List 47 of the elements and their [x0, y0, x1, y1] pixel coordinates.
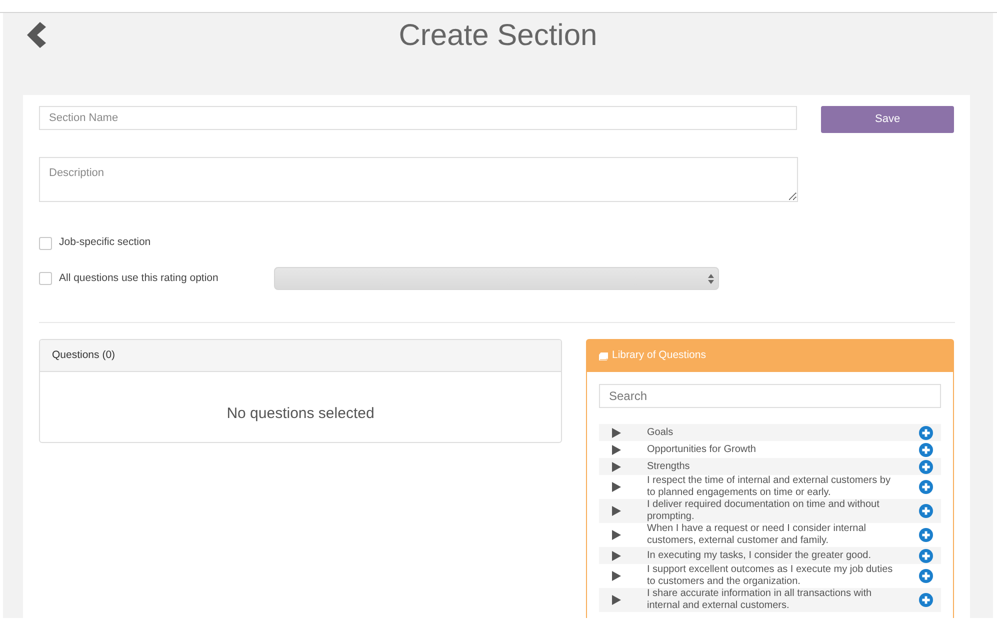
checkbox[interactable]: [39, 272, 52, 285]
expand-right-icon[interactable]: [612, 444, 621, 454]
expand-right-icon[interactable]: [612, 482, 621, 492]
question-text: Opportunities for Growth: [647, 444, 757, 456]
add-icon[interactable]: [919, 593, 933, 607]
add-icon[interactable]: [919, 548, 933, 562]
panel-title: Questions (0): [52, 348, 116, 363]
question-text: I respect the time of internal and external customers by to planned engagements on time or early.: [647, 475, 892, 499]
description-field[interactable]: Description: [39, 157, 798, 202]
question-text: When I have a request or need I consider internal customers, external customer and family.: [647, 523, 868, 547]
save-button[interactable]: Save: [821, 106, 954, 133]
book-icon: [599, 352, 608, 360]
library-item[interactable]: Strengths: [599, 458, 941, 475]
library-item[interactable]: I share accurate information in all transactions with internal and external customers.: [599, 588, 941, 612]
empty-message: No questions selected: [226, 404, 374, 424]
checkbox[interactable]: [39, 236, 52, 250]
expand-right-icon[interactable]: [612, 462, 621, 472]
add-icon[interactable]: [919, 426, 933, 440]
add-icon[interactable]: [919, 504, 933, 518]
question-text: Strengths: [647, 460, 691, 472]
expand-right-icon[interactable]: [612, 428, 621, 438]
section-name-field[interactable]: Section Name: [39, 106, 798, 130]
add-icon[interactable]: [919, 460, 933, 474]
library-item[interactable]: Goals: [599, 424, 941, 441]
checkbox-label: All questions use this rating option: [59, 270, 220, 286]
panel-title: Library of Questions: [612, 348, 706, 364]
up-down-arrows-icon: [708, 274, 714, 284]
question-text: I share accurate information in all transactions with internal and external customers.: [647, 588, 873, 612]
checkbox-label: Job-specific section: [59, 235, 151, 250]
add-icon[interactable]: [919, 442, 933, 456]
add-icon[interactable]: [919, 569, 933, 583]
search-field[interactable]: Search: [599, 384, 941, 408]
add-icon[interactable]: [919, 528, 933, 542]
expand-right-icon[interactable]: [612, 506, 621, 516]
question-text: I support excellent outcomes as I execute my job duties to customers and the organization.: [647, 564, 894, 588]
expand-right-icon[interactable]: [612, 530, 621, 540]
expand-right-icon[interactable]: [612, 550, 621, 560]
question-text: Goals: [647, 426, 674, 438]
page-title: Create Section: [398, 18, 598, 54]
expand-right-icon[interactable]: [612, 571, 621, 581]
library-item[interactable]: In executing my tasks, I consider the greater good.: [599, 547, 941, 564]
add-icon[interactable]: [919, 480, 933, 494]
library-item[interactable]: I deliver required documentation on time and without prompting.: [599, 499, 941, 523]
back-icon[interactable]: [25, 22, 46, 48]
question-text: I deliver required documentation on time and without prompting.: [647, 499, 880, 523]
expand-right-icon[interactable]: [612, 595, 621, 605]
question-text: In executing my tasks, I consider the greater good.: [647, 550, 872, 562]
